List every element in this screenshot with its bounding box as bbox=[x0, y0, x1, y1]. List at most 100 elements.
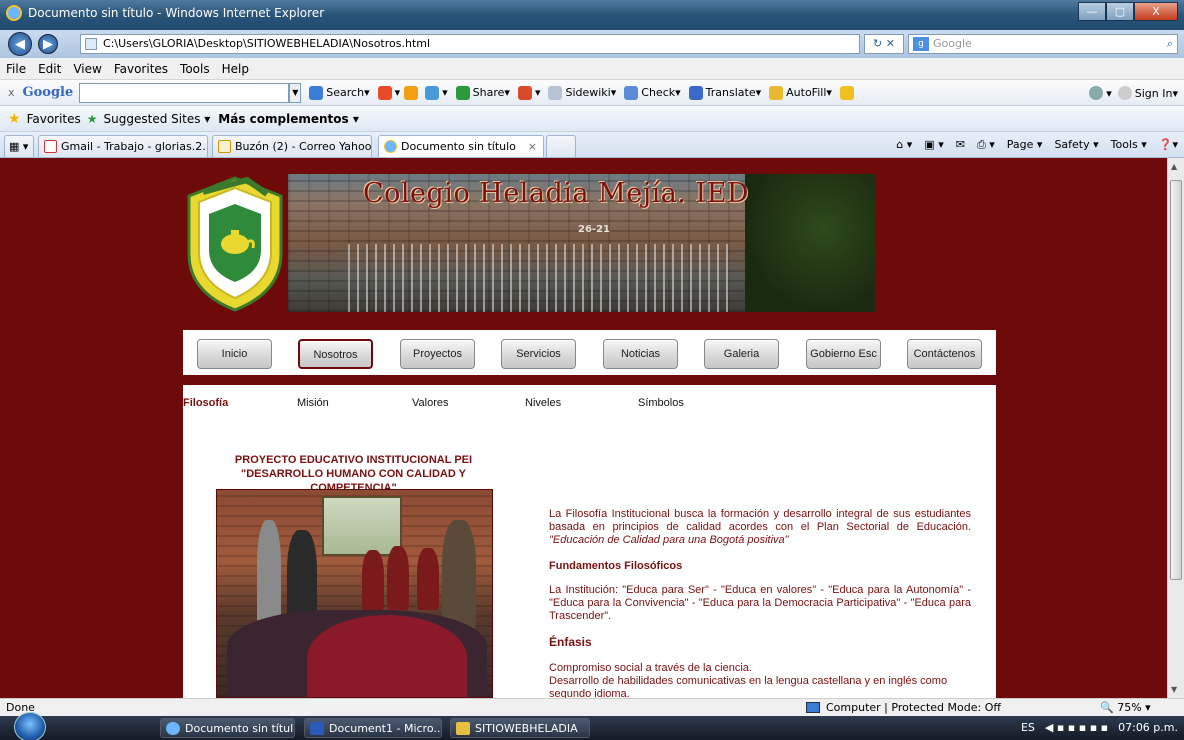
enfasis-line1: Compromiso social a través de la ciencia… bbox=[549, 662, 752, 674]
scroll-thumb[interactable] bbox=[1170, 180, 1182, 580]
subnav-mision[interactable]: Misión bbox=[297, 397, 329, 409]
taskbar-folder-window[interactable]: SITIOWEBHELADIA bbox=[450, 718, 590, 738]
language-indicator[interactable]: ES bbox=[1021, 721, 1035, 734]
start-button[interactable] bbox=[14, 712, 46, 740]
close-button[interactable]: X bbox=[1134, 2, 1178, 21]
toolbar-sidewiki-button[interactable]: Sidewiki ▾ bbox=[548, 85, 616, 100]
google-toolbar: x Google ▼ Search ▾ ▾ ▾ Share ▾ ▾ Sidewi… bbox=[0, 80, 1184, 106]
subnav-valores[interactable]: Valores bbox=[412, 397, 448, 409]
scroll-up-icon[interactable]: ▲ bbox=[1171, 162, 1177, 171]
menu-edit[interactable]: Edit bbox=[38, 62, 61, 76]
suggested-sites-link[interactable]: Suggested Sites ▾ bbox=[104, 112, 211, 126]
tray-icons[interactable]: ◀ ▪ ▪ ▪ ▪ ▪ bbox=[1045, 721, 1108, 734]
google-search-input[interactable] bbox=[79, 82, 290, 103]
google-search-dropdown[interactable]: ▼ bbox=[289, 82, 302, 103]
computer-icon bbox=[806, 702, 820, 713]
zoom-level[interactable]: 🔍 75% ▾ bbox=[1100, 701, 1151, 714]
toolbar-autofill-button[interactable]: AutoFill ▾ bbox=[769, 85, 832, 100]
toolbar-close-button[interactable]: x bbox=[8, 86, 15, 99]
ie-page-icon bbox=[384, 140, 397, 153]
page-menu[interactable]: Page ▾ bbox=[1007, 138, 1043, 152]
search-icon[interactable]: ⌕ bbox=[1167, 35, 1173, 53]
menubar: File Edit View Favorites Tools Help bbox=[0, 58, 1184, 80]
favorites-bar: ★ Favorites ★ Suggested Sites ▾ Más comp… bbox=[0, 106, 1184, 132]
scroll-down-icon[interactable]: ▼ bbox=[1171, 685, 1177, 694]
menu-help[interactable]: Help bbox=[222, 62, 249, 76]
nav-nosotros[interactable]: Nosotros bbox=[298, 339, 373, 369]
home-icon[interactable]: ⌂ ▾ bbox=[896, 138, 912, 152]
ie-logo-icon bbox=[6, 5, 22, 21]
nav-noticias[interactable]: Noticias bbox=[603, 339, 678, 369]
safety-menu[interactable]: Safety ▾ bbox=[1054, 138, 1098, 152]
share-icon bbox=[455, 85, 470, 100]
minimize-button[interactable]: — bbox=[1078, 2, 1106, 21]
toolbar-blogger-button[interactable]: ▾ bbox=[517, 85, 540, 100]
forward-button[interactable]: ▶ bbox=[38, 34, 58, 54]
toolbar-check-button[interactable]: Check ▾ bbox=[624, 85, 681, 100]
toolbar-pencil-button[interactable] bbox=[839, 85, 857, 100]
address-url: C:\Users\GLORIA\Desktop\SITIOWEBHELADIA\… bbox=[103, 37, 431, 50]
tab-gmail[interactable]: Gmail - Trabajo - glorias.2... bbox=[38, 135, 208, 157]
pagerank-icon bbox=[404, 85, 419, 100]
folder-icon bbox=[456, 722, 470, 735]
security-zone[interactable]: Computer | Protected Mode: Off bbox=[806, 701, 1001, 714]
address-row: ◀ ▶ C:\Users\GLORIA\Desktop\SITIOWEBHELA… bbox=[0, 30, 1184, 58]
fundamentos-paragraph: La Institución: "Educa para Ser" - "Educ… bbox=[549, 584, 971, 622]
menu-file[interactable]: File bbox=[6, 62, 26, 76]
tab-yahoo[interactable]: Buzón (2) - Correo Yahoo! bbox=[212, 135, 372, 157]
tools-menu[interactable]: Tools ▾ bbox=[1111, 138, 1147, 152]
signin-button[interactable]: ▾ Sign In ▾ bbox=[1089, 86, 1178, 100]
help-icon[interactable]: ❓▾ bbox=[1159, 138, 1178, 152]
google-logo: Google bbox=[22, 85, 74, 100]
search-input[interactable]: g Google ⌕ bbox=[908, 34, 1178, 54]
toolbar-misc-icons[interactable]: ▾ ▾ bbox=[377, 85, 448, 100]
menu-view[interactable]: View bbox=[73, 62, 101, 76]
nav-servicios[interactable]: Servicios bbox=[501, 339, 576, 369]
nav-inicio[interactable]: Inicio bbox=[197, 339, 272, 369]
nav-galeria[interactable]: Galeria bbox=[704, 339, 779, 369]
feeds-icon[interactable]: ▣ ▾ bbox=[924, 138, 943, 152]
taskbar-ie-window[interactable]: Documento sin títul... bbox=[160, 718, 295, 738]
nav-contactenos[interactable]: Contáctenos bbox=[907, 339, 982, 369]
nav-gobierno-esc[interactable]: Gobierno Esc bbox=[806, 339, 881, 369]
taskbar-word-window[interactable]: Document1 - Micro... bbox=[304, 718, 442, 738]
mas-complementos-link[interactable]: Más complementos ▾ bbox=[218, 112, 359, 126]
mail-icon[interactable]: ✉ bbox=[956, 138, 965, 152]
google-icon: g bbox=[913, 37, 929, 51]
subnav-niveles[interactable]: Niveles bbox=[525, 397, 561, 409]
pencil-icon bbox=[839, 85, 854, 100]
back-button[interactable]: ◀ bbox=[8, 32, 32, 56]
fundamentos-heading: Fundamentos Filosóficos bbox=[549, 560, 683, 572]
autofill-icon bbox=[769, 85, 784, 100]
subnav-filosofia[interactable]: Filosofía bbox=[183, 397, 228, 409]
vertical-scrollbar[interactable]: ▲ ▼ bbox=[1167, 158, 1184, 698]
window-titlebar: Documento sin título - Windows Internet … bbox=[0, 0, 1184, 30]
menu-tools[interactable]: Tools bbox=[180, 62, 210, 76]
banner-title: Colegio Heladia Mejía. IED bbox=[363, 178, 750, 209]
favorites-button[interactable]: Favorites bbox=[27, 112, 81, 126]
toolbar-search-button[interactable]: Search ▾ bbox=[309, 85, 370, 100]
enfasis-heading: Énfasis bbox=[549, 635, 592, 649]
nav-proyectos[interactable]: Proyectos bbox=[400, 339, 475, 369]
window-title: Documento sin título - Windows Internet … bbox=[28, 6, 325, 20]
add-favorite-icon[interactable]: ★ bbox=[87, 112, 98, 126]
refresh-stop-button[interactable]: ↻ ✕ bbox=[864, 34, 904, 54]
tab-close-icon[interactable]: × bbox=[528, 140, 537, 153]
print-icon[interactable]: ⎙ ▾ bbox=[977, 138, 995, 152]
new-tab-button[interactable] bbox=[546, 135, 576, 157]
toolbar-share-button[interactable]: Share ▾ bbox=[455, 85, 510, 100]
clock[interactable]: 07:06 p.m. bbox=[1118, 721, 1178, 734]
school-crest-logo bbox=[187, 176, 283, 312]
tab-documento[interactable]: Documento sin título × bbox=[378, 135, 544, 157]
tab-bar: ▦ ▾ Gmail - Trabajo - glorias.2... Buzón… bbox=[0, 132, 1184, 158]
main-nav: Inicio Nosotros Proyectos Servicios Noti… bbox=[183, 330, 996, 380]
menu-favorites[interactable]: Favorites bbox=[114, 62, 168, 76]
page-icon bbox=[85, 38, 97, 50]
search-icon bbox=[309, 85, 324, 100]
maximize-button[interactable]: ▢ bbox=[1106, 2, 1134, 21]
toolbar-translate-button[interactable]: Translate ▾ bbox=[688, 85, 761, 100]
address-field[interactable]: C:\Users\GLORIA\Desktop\SITIOWEBHELADIA\… bbox=[80, 34, 860, 54]
quick-tabs-button[interactable]: ▦ ▾ bbox=[4, 135, 34, 157]
subnav-simbolos[interactable]: Símbolos bbox=[638, 397, 684, 409]
spellcheck-icon bbox=[624, 85, 639, 100]
